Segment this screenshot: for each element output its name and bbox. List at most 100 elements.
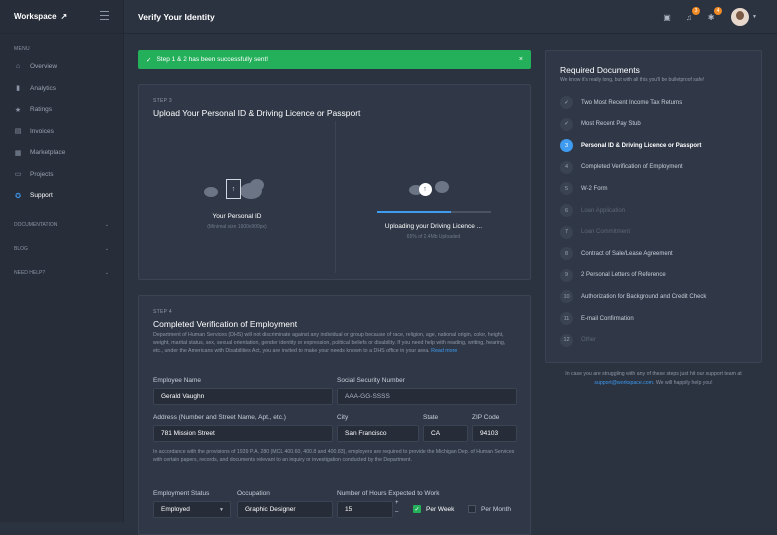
step-number: 9 — [560, 268, 573, 282]
chevron-down-icon: ▼ — [219, 506, 224, 513]
avatar[interactable] — [731, 8, 750, 26]
sidebar-item-overview[interactable]: ⌂ Overview — [0, 56, 123, 78]
topbar: Verify Your Identity ▣ ♫ 3 ✱ 4 ▼ — [124, 0, 777, 34]
step-number: 4 — [560, 160, 573, 174]
sidebar-item-label: Marketplace — [30, 149, 66, 157]
checkbox[interactable] — [468, 505, 476, 513]
store-icon: ▦ — [14, 149, 22, 157]
requirement-item[interactable]: 9 2 Personal Letters of Reference — [560, 268, 666, 282]
gear-icon: ✱ — [707, 12, 715, 22]
occupation-field[interactable]: Graphic Designer — [237, 501, 333, 518]
menu-label: MENU — [14, 46, 30, 52]
employment-status-select[interactable]: Employed ▼ — [153, 501, 231, 518]
occupation-label: Occupation — [237, 490, 270, 497]
read-more-link[interactable]: Read more — [431, 348, 457, 354]
sidebar-section-blog[interactable]: BLOG ⌄ — [0, 237, 123, 261]
city-label: City — [337, 414, 349, 421]
employee-name-field[interactable]: Gerald Vaughn — [153, 388, 333, 405]
requirement-item[interactable]: ✓ Two Most Recent Income Tax Returns — [560, 96, 682, 109]
home-icon: ⌂ — [15, 63, 21, 71]
sidebar-item-invoices[interactable]: ▤ Invoices — [0, 121, 123, 143]
success-alert: ✓ Step 1 & 2 has been successfully sent!… — [138, 50, 531, 69]
zip-label: ZIP Code — [472, 414, 500, 421]
per-month-label: Per Month — [481, 505, 511, 513]
requirement-label: Personal ID & Driving Licence or Passpor… — [581, 142, 702, 149]
hamburger-icon[interactable] — [100, 11, 109, 23]
select-value: Employed — [161, 506, 190, 513]
requirement-item[interactable]: 12 Other — [560, 333, 596, 347]
requirement-item[interactable]: 8 Contract of Sale/Lease Agreement — [560, 247, 673, 261]
sidebar-item-support[interactable]: ✪ Support — [0, 185, 123, 207]
sidebar-item-label: Support — [30, 192, 53, 200]
zip-field[interactable]: 94103 — [472, 425, 517, 442]
step-number: 8 — [560, 247, 573, 261]
state-field[interactable]: CA — [423, 425, 468, 442]
cloud-upload-icon: ↑ — [399, 175, 469, 215]
decrement-icon[interactable]: – — [395, 508, 399, 517]
requirement-label: E-mail Confirmation — [581, 315, 634, 322]
address-field[interactable]: 781 Mission Street — [153, 425, 333, 442]
requirement-item[interactable]: 6 Loan Application — [560, 204, 625, 217]
invoice-icon: ▤ — [14, 128, 22, 136]
upload-panel: STEP 3 Upload Your Personal ID & Driving… — [138, 84, 531, 280]
sidebar-item-analytics[interactable]: ▮ Analytics — [0, 78, 123, 100]
step-number: 10 — [560, 290, 573, 304]
required-documents-panel: Required Documents We know it's really l… — [545, 50, 762, 363]
section-label: NEED HELP? — [14, 269, 46, 276]
section-label: BLOG — [14, 245, 28, 252]
sidebar-item-label: Ratings — [30, 106, 53, 114]
sidebar-section-need-help[interactable]: NEED HELP? ⌄ — [0, 261, 123, 285]
check-icon[interactable]: ✓ — [413, 505, 421, 513]
upload-label: Uploading your Driving Licence ... — [384, 223, 483, 230]
requirement-item[interactable]: 11 E-mail Confirmation — [560, 312, 634, 325]
chat-icon: ▭ — [14, 171, 22, 179]
requirement-item[interactable]: ✓ Most Recent Pay Stub — [560, 117, 641, 131]
sidebar-item-ratings[interactable]: ★ Ratings — [0, 99, 123, 121]
settings-button[interactable]: ✱ 4 — [705, 7, 723, 23]
bar-chart-icon: ▮ — [16, 85, 20, 93]
driving-licence-dropzone[interactable]: ↑ Uploading your Driving Licence ... 65%… — [335, 121, 531, 273]
sidebar: Workspace ↗ MENU ⌂ Overview ▮ Analytics ★ Rat… — [0, 0, 124, 522]
support-tail: . We will happily help you! — [653, 380, 713, 386]
chevron-down-icon: ⌄ — [104, 269, 109, 276]
hours-stepper[interactable]: 15 — [337, 501, 393, 518]
bell-icon: ♫ — [686, 12, 693, 22]
sidebar-item-marketplace[interactable]: ▦ Marketplace — [0, 142, 123, 164]
stepper-controls[interactable]: + – — [395, 499, 399, 517]
step-number: 3 — [560, 139, 573, 153]
close-icon[interactable]: × — [519, 56, 523, 63]
support-email-link[interactable]: support@workspace.com — [594, 380, 653, 386]
ssn-field[interactable]: AAA-GG-SSSS — [337, 388, 517, 405]
step-number: 5 — [560, 182, 573, 196]
upload-hint: (Minimal size 1600x900px) — [207, 224, 267, 230]
page-title: Verify Your Identity — [138, 11, 215, 22]
increment-icon[interactable]: + — [395, 499, 399, 508]
notifications-button[interactable]: ♫ 3 — [683, 7, 701, 23]
personal-id-dropzone[interactable]: ↑ Your Personal ID (Minimal size 1600x90… — [139, 121, 335, 273]
support-text: In case you are struggling with any of t… — [565, 371, 742, 377]
hours-value: 15 — [345, 506, 353, 513]
per-week-option[interactable]: ✓ Per Week — [413, 505, 454, 513]
requirement-label: 2 Personal Letters of Reference — [581, 272, 666, 279]
sidebar-section-documentation[interactable]: DOCUMENTATION ⌄ — [0, 213, 123, 237]
per-month-option[interactable]: Per Month — [468, 505, 511, 513]
requirement-item[interactable]: 5 W-2 Form — [560, 182, 608, 196]
employment-status-label: Employment Status — [153, 490, 210, 497]
brand-name: Workspace — [14, 12, 57, 21]
employment-panel: STEP 4 Completed Verification of Employm… — [138, 295, 531, 535]
panel-description: Department of Human Services (DHS) will … — [153, 331, 508, 355]
requirement-label: Two Most Recent Income Tax Returns — [581, 99, 683, 106]
sidebar-item-projects[interactable]: ▭ Projects — [0, 164, 123, 186]
requirement-item[interactable]: 4 Completed Verification of Employment — [560, 160, 683, 174]
notification-badge: 3 — [692, 7, 701, 15]
city-field[interactable]: San Francisco — [337, 425, 419, 442]
requirement-item[interactable]: 10 Authorization for Background and Credi… — [560, 290, 706, 304]
trend-icon: ↗ — [60, 12, 68, 21]
briefcase-icon[interactable]: ▣ — [661, 11, 673, 23]
sidebar-item-label: Overview — [30, 63, 58, 71]
settings-badge: 4 — [714, 7, 723, 15]
per-week-label: Per Week — [426, 505, 455, 513]
requirement-item[interactable]: 7 Loan Commitment — [560, 225, 630, 239]
chevron-down-icon[interactable]: ▼ — [752, 14, 757, 20]
requirement-item[interactable]: 3 Personal ID & Driving Licence or Passpo… — [560, 139, 702, 153]
